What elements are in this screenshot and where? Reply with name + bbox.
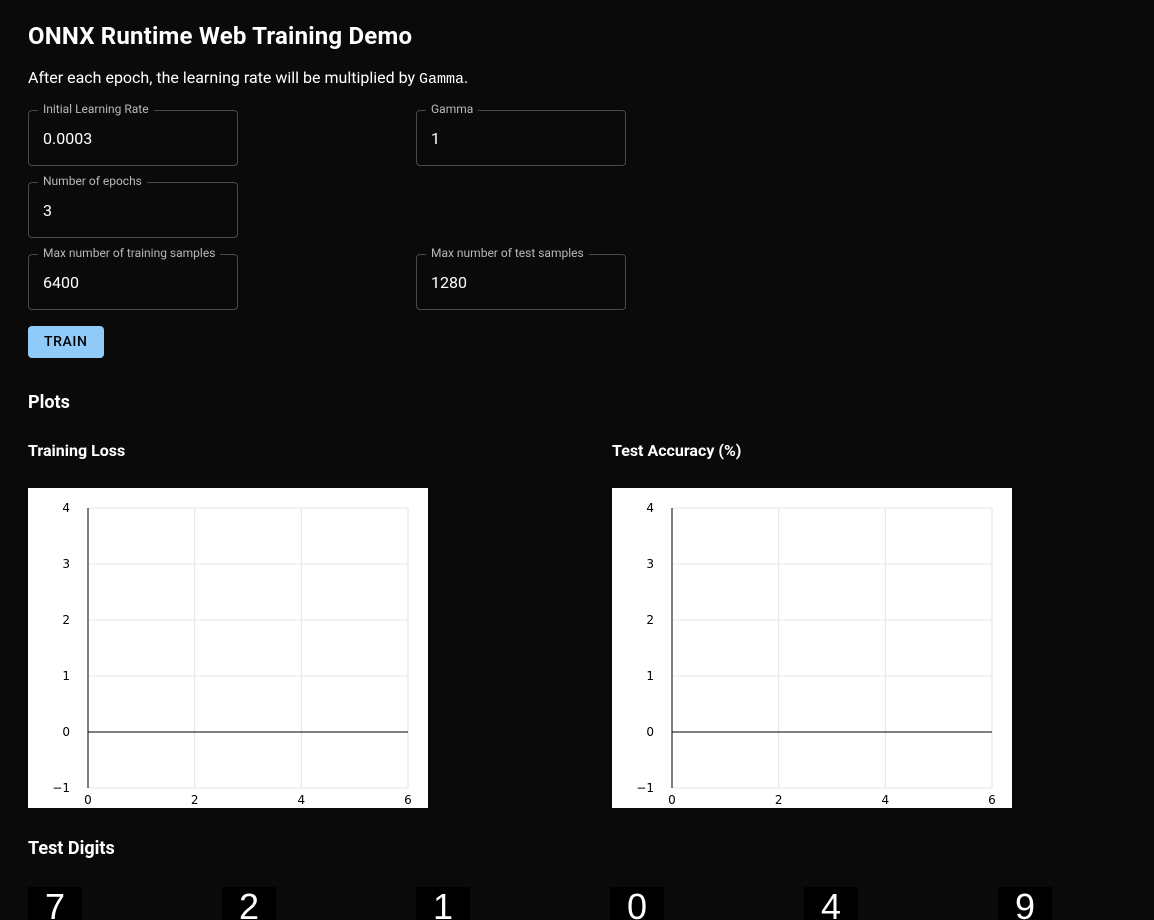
test-digits-heading: Test Digits <box>28 838 1126 859</box>
svg-text:0: 0 <box>646 725 654 739</box>
digit-sample: 1 <box>416 887 470 920</box>
field-outline <box>416 254 626 310</box>
field-test-samples: Max number of test samples <box>416 254 626 310</box>
svg-text:6: 6 <box>988 793 996 807</box>
svg-text:2: 2 <box>191 793 199 807</box>
epochs-input[interactable] <box>41 200 225 221</box>
description-suffix: . <box>464 68 468 87</box>
digit-sample: 0 <box>610 887 664 920</box>
svg-text:1: 1 <box>646 669 654 683</box>
field-initial-learning-rate: Initial Learning Rate <box>28 110 238 166</box>
plot-canvas-acc: 0 2 4 6 −1 0 1 2 3 4 <box>612 488 1012 808</box>
gamma-input[interactable] <box>429 128 613 149</box>
svg-text:0: 0 <box>62 725 70 739</box>
plot-test-accuracy: Test Accuracy (%) 0 2 4 6 −1 0 1 2 3 4 <box>612 441 1012 808</box>
digit-sample: 9 <box>998 887 1052 920</box>
test-digits-row: 7 2 1 0 4 9 <box>28 887 1126 920</box>
field-label-gamma: Gamma <box>426 102 478 116</box>
svg-text:3: 3 <box>646 557 654 571</box>
svg-text:2: 2 <box>775 793 783 807</box>
svg-text:−1: −1 <box>52 781 70 795</box>
plot-title-acc: Test Accuracy (%) <box>612 441 1012 460</box>
description-prefix: After each epoch, the learning rate will… <box>28 68 419 87</box>
field-outline <box>28 110 238 166</box>
field-label-epochs: Number of epochs <box>38 174 147 188</box>
form-grid: Initial Learning Rate Gamma Number of ep… <box>28 110 1126 310</box>
description-text: After each epoch, the learning rate will… <box>28 68 1126 88</box>
digit-sample: 2 <box>222 887 276 920</box>
digit-sample: 4 <box>804 887 858 920</box>
field-epochs: Number of epochs <box>28 182 238 238</box>
plot-training-loss: Training Loss 0 2 4 6 −1 0 1 2 3 4 <box>28 441 428 808</box>
svg-text:−1: −1 <box>636 781 654 795</box>
svg-text:0: 0 <box>84 793 92 807</box>
svg-text:3: 3 <box>62 557 70 571</box>
svg-text:1: 1 <box>62 669 70 683</box>
field-train-samples: Max number of training samples <box>28 254 238 310</box>
svg-text:4: 4 <box>882 793 890 807</box>
plots-row: Training Loss 0 2 4 6 −1 0 1 2 3 4 Test Accuracy … <box>28 441 1126 808</box>
plot-title-loss: Training Loss <box>28 441 428 460</box>
train-samples-input[interactable] <box>41 272 225 293</box>
field-outline <box>28 254 238 310</box>
svg-text:2: 2 <box>646 613 654 627</box>
test-samples-input[interactable] <box>429 272 613 293</box>
plot-canvas-loss: 0 2 4 6 −1 0 1 2 3 4 <box>28 488 428 808</box>
field-label-lr: Initial Learning Rate <box>38 102 154 116</box>
field-gamma: Gamma <box>416 110 626 166</box>
svg-text:0: 0 <box>668 793 676 807</box>
description-code: Gamma <box>419 71 464 88</box>
page-title: ONNX Runtime Web Training Demo <box>28 22 1126 50</box>
svg-text:4: 4 <box>646 501 654 515</box>
svg-text:4: 4 <box>62 501 70 515</box>
field-outline <box>416 110 626 166</box>
plots-heading: Plots <box>28 392 1126 413</box>
svg-text:2: 2 <box>62 613 70 627</box>
digit-sample: 7 <box>28 887 82 920</box>
field-outline <box>28 182 238 238</box>
svg-text:4: 4 <box>298 793 306 807</box>
field-label-test-n: Max number of test samples <box>426 246 589 260</box>
train-button[interactable]: Train <box>28 326 104 358</box>
svg-text:6: 6 <box>404 793 412 807</box>
field-label-train-n: Max number of training samples <box>38 246 220 260</box>
learning-rate-input[interactable] <box>41 128 225 149</box>
